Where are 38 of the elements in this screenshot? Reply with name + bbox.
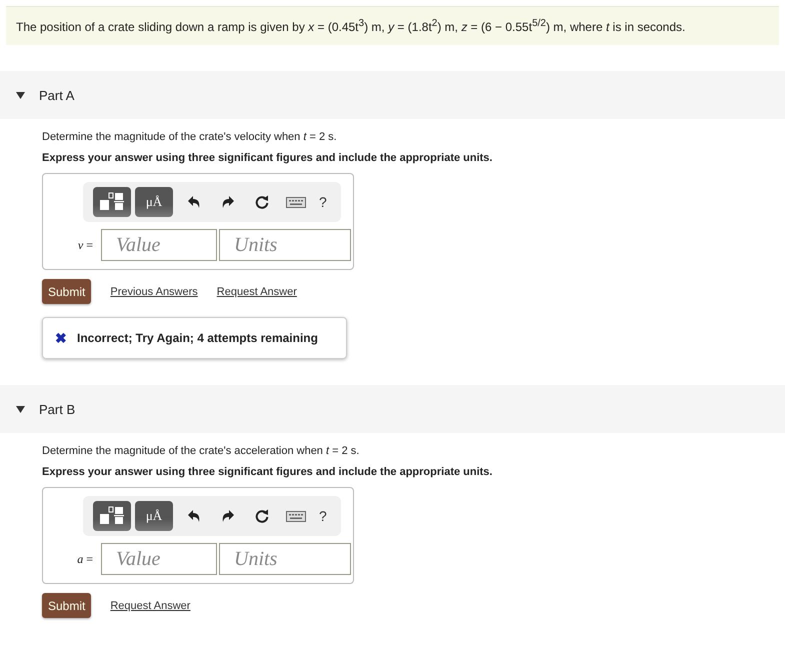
instruction-text: Express your answer using three significant figures and include the appropriate units. — [42, 152, 494, 164]
units-field[interactable]: Units — [219, 229, 351, 261]
help-button[interactable]: ? — [319, 194, 327, 210]
value-field[interactable]: Value — [101, 543, 217, 575]
part-title[interactable]: Part B — [39, 402, 76, 416]
link[interactable]: Request Answer — [216, 286, 297, 298]
template-button[interactable] — [93, 501, 131, 531]
units-button[interactable]: μÅ — [135, 501, 173, 531]
problem-statement: The position of a crate sliding down a ramp is given by x = (0.45t$^{3}$) m, y = (1.8t$^{2}$) m, z = (6 − 0.55t$^{5/2}$) m, where t is in seconds. — [16, 20, 686, 34]
units-field[interactable]: Units — [219, 543, 351, 575]
keyboard-icon[interactable] — [286, 510, 306, 522]
link[interactable]: Request Answer — [110, 600, 190, 612]
collapse-triangle-icon[interactable] — [16, 92, 25, 98]
feedback-text: Incorrect; Try Again; 4 attempts remaining — [77, 331, 318, 345]
undo-icon[interactable] — [188, 510, 200, 522]
link[interactable]: Previous Answers — [110, 286, 198, 298]
value-field[interactable]: Value — [101, 229, 217, 261]
redo-icon[interactable] — [222, 510, 234, 522]
variable-label: a = — [76, 552, 94, 566]
keyboard-icon[interactable] — [286, 196, 306, 208]
submit-button[interactable]: Submit — [42, 593, 92, 618]
redo-icon[interactable] — [222, 196, 234, 208]
help-button[interactable]: ? — [319, 508, 327, 524]
part-title[interactable]: Part A — [39, 88, 74, 102]
units-button[interactable]: μÅ — [135, 187, 173, 217]
variable-label: v = — [76, 238, 94, 252]
instruction-text: Express your answer using three significant figures and include the appropriate units. — [42, 466, 494, 478]
undo-icon[interactable] — [188, 196, 200, 208]
question-text: Determine the magnitude of the crate's acceleration when t = 2 s. — [42, 445, 360, 457]
template-button[interactable] — [93, 187, 131, 217]
cross-icon: ✖ — [55, 330, 67, 346]
template-icon — [99, 192, 125, 212]
reset-icon[interactable] — [255, 195, 269, 209]
reset-icon[interactable] — [255, 509, 269, 523]
template-icon — [99, 506, 125, 526]
collapse-triangle-icon[interactable] — [16, 406, 25, 412]
question-text: Determine the magnitude of the crate's velocity when t = 2 s. — [42, 131, 338, 143]
submit-button[interactable]: Submit — [42, 279, 92, 304]
